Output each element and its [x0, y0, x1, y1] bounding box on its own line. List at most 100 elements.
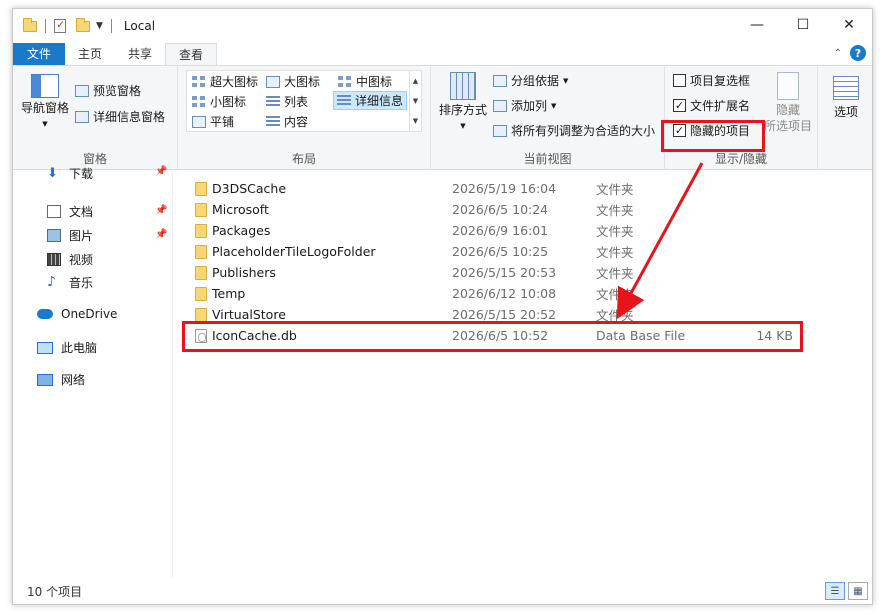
customize-toolbar-dropdown-icon[interactable]: ▼: [96, 21, 103, 31]
nav-item-network[interactable]: 网络: [37, 371, 85, 388]
nav-item-onedrive[interactable]: OneDrive: [37, 307, 117, 321]
list-item[interactable]: D3DSCache 2026/5/19 16:04 文件夹: [183, 178, 872, 199]
maximize-button[interactable]: ☐: [780, 9, 826, 41]
scroll-up-icon[interactable]: ▲: [413, 77, 418, 85]
nav-item-videos[interactable]: 视频: [47, 251, 93, 268]
scroll-down-icon[interactable]: ▼: [413, 97, 418, 105]
nav-item-documents[interactable]: 文档: [47, 203, 93, 220]
tab-file[interactable]: 文件: [13, 43, 66, 65]
navigation-pane-icon: [31, 74, 59, 98]
fit-columns-icon: [493, 124, 507, 137]
layout-medium-icons[interactable]: 中图标: [335, 72, 395, 91]
item-checkboxes-toggle[interactable]: 项目复选框: [673, 72, 750, 89]
minimize-button[interactable]: —: [734, 9, 780, 41]
file-type: 文件夹: [596, 287, 634, 302]
options-label: 选项: [833, 105, 858, 119]
separator: [45, 19, 46, 33]
file-date: 2026/6/5 10:24: [452, 202, 549, 217]
tab-view[interactable]: 查看: [165, 43, 218, 65]
item-checkboxes-checkbox[interactable]: [673, 74, 686, 87]
large-icons-icon: [266, 75, 280, 88]
preview-pane-icon: [75, 84, 89, 97]
add-column-button[interactable]: 添加列 ▼: [493, 97, 556, 114]
properties-icon[interactable]: [54, 18, 66, 33]
options-button[interactable]: 选项: [822, 76, 870, 120]
file-name: Packages: [212, 223, 271, 238]
main-area: ⬇ 下载 📌 文档 📌 图片 📌 视频 ♪ 音乐 OneDrive 此电脑 网络…: [13, 166, 872, 578]
nav-item-label: 视频: [69, 253, 94, 267]
ribbon-tabs: 文件 主页 共享 查看 ⌃ ?: [13, 43, 872, 65]
add-column-label: 添加列: [511, 99, 548, 113]
large-icons-view-icon[interactable]: ▦: [848, 582, 868, 600]
chevron-down-icon: ▼: [551, 101, 557, 110]
file-date: 2026/5/15 20:52: [452, 307, 557, 322]
annotation-highlight-hidden-items: [661, 120, 765, 152]
item-count: 10 个项目: [27, 584, 83, 599]
tab-home[interactable]: 主页: [65, 43, 115, 65]
file-extensions-toggle[interactable]: ✓ 文件扩展名: [673, 97, 750, 114]
file-extensions-checkbox[interactable]: ✓: [673, 99, 686, 112]
preview-pane-button[interactable]: 预览窗格: [75, 82, 141, 99]
annotation-highlight-iconcache: [182, 321, 803, 352]
list-item[interactable]: Packages 2026/6/9 16:01 文件夹: [183, 220, 872, 241]
fit-columns-button[interactable]: 将所有列调整为合适的大小: [493, 122, 655, 139]
nav-item-music[interactable]: ♪ 音乐: [47, 274, 93, 291]
file-date: 2026/6/9 16:01: [452, 223, 549, 238]
list-item[interactable]: Microsoft 2026/6/5 10:24 文件夹: [183, 199, 872, 220]
layout-gallery-scroll[interactable]: ▲ ▼ ▼: [409, 71, 421, 131]
details-pane-button[interactable]: 详细信息窗格: [75, 108, 165, 125]
list-item[interactable]: PlaceholderTileLogoFolder 2026/6/5 10:25…: [183, 241, 872, 262]
help-icon[interactable]: ?: [850, 45, 866, 61]
group-by-icon: [493, 74, 507, 87]
nav-item-label: OneDrive: [61, 307, 118, 321]
sort-by-icon: [450, 72, 476, 100]
layout-list[interactable]: 列表: [263, 92, 311, 111]
item-checkboxes-label: 项目复选框: [690, 74, 751, 88]
ribbon: 导航窗格 ▼ 预览窗格 详细信息窗格 窗格 超大图标 大图标 中图标 小图标 列…: [13, 65, 872, 170]
navigation-pane-button[interactable]: 导航窗格 ▼: [19, 74, 71, 132]
hide-selected-items-button[interactable]: 隐藏 所选项目: [759, 72, 817, 134]
file-type: 文件夹: [596, 182, 634, 197]
layout-tiles[interactable]: 平铺: [189, 112, 237, 131]
layout-small-icons[interactable]: 小图标: [189, 92, 249, 111]
expand-ribbon-icon[interactable]: ⌃: [834, 48, 842, 59]
list-item[interactable]: Temp 2026/6/12 10:08 文件夹: [183, 283, 872, 304]
nav-item-pictures[interactable]: 图片: [47, 227, 93, 244]
status-bar: 10 个项目 ☰ ▦: [13, 578, 872, 604]
group-by-button[interactable]: 分组依据 ▼: [493, 72, 568, 89]
hide-selected-label-line1: 隐藏: [775, 103, 800, 117]
nav-item-downloads[interactable]: ⬇ 下载: [47, 165, 93, 182]
folder-icon: [195, 308, 207, 322]
tab-share[interactable]: 共享: [115, 43, 165, 65]
panes-group: 导航窗格 ▼ 预览窗格 详细信息窗格 窗格: [13, 66, 178, 170]
sort-by-button[interactable]: 排序方式 ▼: [435, 72, 491, 134]
navigation-pane-label: 导航窗格: [20, 101, 69, 115]
new-folder-icon[interactable]: [76, 17, 90, 32]
nav-item-label: 文档: [69, 205, 94, 219]
file-name: Temp: [212, 286, 246, 301]
details-view-icon[interactable]: ☰: [825, 582, 845, 600]
options-group: 选项: [818, 66, 872, 170]
navigation-pane: ⬇ 下载 📌 文档 📌 图片 📌 视频 ♪ 音乐 OneDrive 此电脑 网络: [13, 166, 173, 578]
nav-item-this-pc[interactable]: 此电脑: [37, 339, 97, 356]
layout-item-label: 大图标: [284, 75, 321, 89]
folder-icon: [195, 224, 207, 238]
list-item[interactable]: Publishers 2026/5/15 20:53 文件夹: [183, 262, 872, 283]
pin-icon[interactable]: 📌: [155, 166, 167, 177]
layout-large-icons[interactable]: 大图标: [263, 72, 323, 91]
layout-item-label: 平铺: [210, 115, 235, 129]
pin-icon[interactable]: 📌: [155, 229, 167, 240]
details-pane-label: 详细信息窗格: [93, 110, 166, 124]
layout-extra-large-icons[interactable]: 超大图标: [189, 72, 261, 91]
content-icon: [266, 115, 280, 128]
expand-gallery-icon[interactable]: ▼: [413, 117, 418, 125]
file-extensions-label: 文件扩展名: [690, 99, 751, 113]
close-button[interactable]: ✕: [826, 9, 872, 41]
pin-icon[interactable]: 📌: [155, 205, 167, 216]
layout-content[interactable]: 内容: [263, 112, 311, 131]
layout-item-label: 详细信息: [355, 94, 404, 108]
file-type: 文件夹: [596, 245, 634, 260]
nav-item-label: 网络: [61, 373, 86, 387]
layout-group-label: 布局: [291, 152, 316, 166]
layout-details[interactable]: 详细信息: [333, 91, 408, 110]
